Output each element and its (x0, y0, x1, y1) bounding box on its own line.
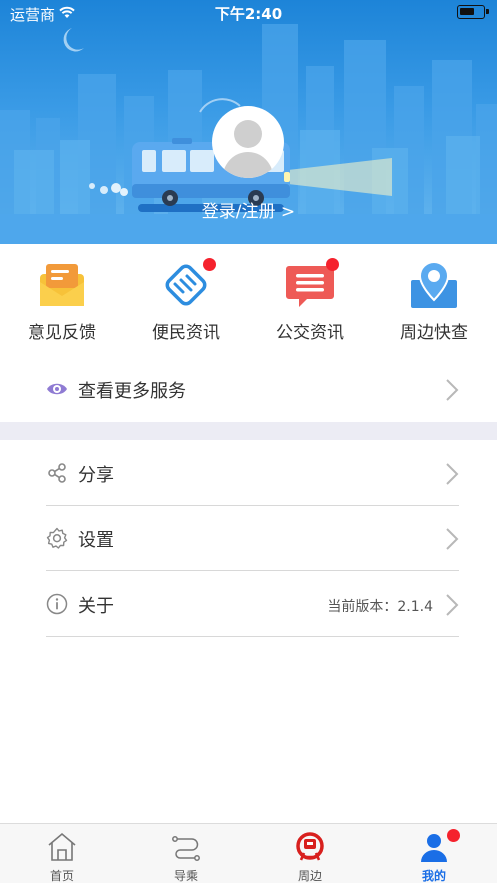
quick-item-label: 周边快查 (400, 323, 468, 343)
menu-row-label: 设置 (78, 530, 114, 551)
tab-label: 我的 (421, 869, 446, 883)
eye-icon (47, 383, 67, 395)
chevron-right-icon (446, 463, 459, 485)
notification-badge (326, 258, 339, 271)
quick-services: 意见反馈 便民资讯 公交资讯 周边快查 (0, 252, 497, 352)
tab-mine[interactable]: 我的 (372, 824, 496, 883)
tab-guide[interactable]: 导乘 (124, 824, 248, 883)
app-version-text: 当前版本：2.1.4 (327, 599, 433, 615)
profile-header: 运营商 下午2:40 登录/注册 > (0, 0, 497, 244)
chevron-right-icon (446, 528, 459, 550)
feedback-envelope-icon (40, 264, 84, 306)
menu-row-share[interactable]: 分享 (46, 442, 459, 506)
quick-item-label: 公交资讯 (276, 323, 344, 343)
chevron-right-icon (446, 379, 459, 401)
quick-item-label: 便民资讯 (152, 323, 220, 343)
notification-badge (203, 258, 216, 271)
gear-icon (46, 527, 68, 549)
share-icon (48, 463, 66, 483)
menu-row-settings[interactable]: 设置 (46, 507, 459, 571)
home-icon (48, 832, 76, 861)
avatar-placeholder-body (223, 152, 273, 178)
chevron-right-icon (446, 594, 459, 616)
bottom-tab-bar: 首页 导乘 周边 我的 (0, 823, 497, 883)
user-icon (421, 834, 447, 862)
tab-nearby[interactable]: 周边 (248, 824, 372, 883)
quick-item-convenience-news[interactable]: 便民资讯 (124, 252, 248, 352)
tab-home[interactable]: 首页 (0, 824, 124, 883)
avatar-placeholder-head (234, 120, 262, 148)
section-divider (0, 422, 497, 440)
menu-row-about[interactable]: 关于 当前版本：2.1.4 (46, 573, 459, 637)
quick-item-label: 意见反馈 (28, 323, 96, 343)
tab-label: 导乘 (173, 869, 198, 883)
avatar[interactable] (212, 106, 284, 178)
status-bar: 运营商 下午2:40 (0, 0, 497, 26)
quick-item-feedback[interactable]: 意见反馈 (0, 252, 124, 352)
tab-label: 周边 (297, 869, 322, 883)
quick-item-bus-news[interactable]: 公交资讯 (248, 252, 372, 352)
route-icon (172, 836, 200, 861)
notification-badge (447, 829, 460, 842)
more-services-row[interactable]: 查看更多服务 (46, 358, 459, 422)
status-time: 下午2:40 (214, 5, 283, 23)
railway-icon (296, 832, 324, 861)
menu-row-label: 分享 (78, 465, 114, 486)
map-pin-icon (411, 260, 457, 308)
tab-label: 首页 (49, 869, 74, 883)
login-register-link[interactable]: 登录/注册 > (0, 197, 497, 222)
menu-row-label: 关于 (78, 596, 114, 617)
quick-item-nearby[interactable]: 周边快查 (372, 252, 496, 352)
more-services-label: 查看更多服务 (78, 381, 186, 402)
battery-icon (457, 5, 489, 19)
info-icon (46, 593, 68, 615)
